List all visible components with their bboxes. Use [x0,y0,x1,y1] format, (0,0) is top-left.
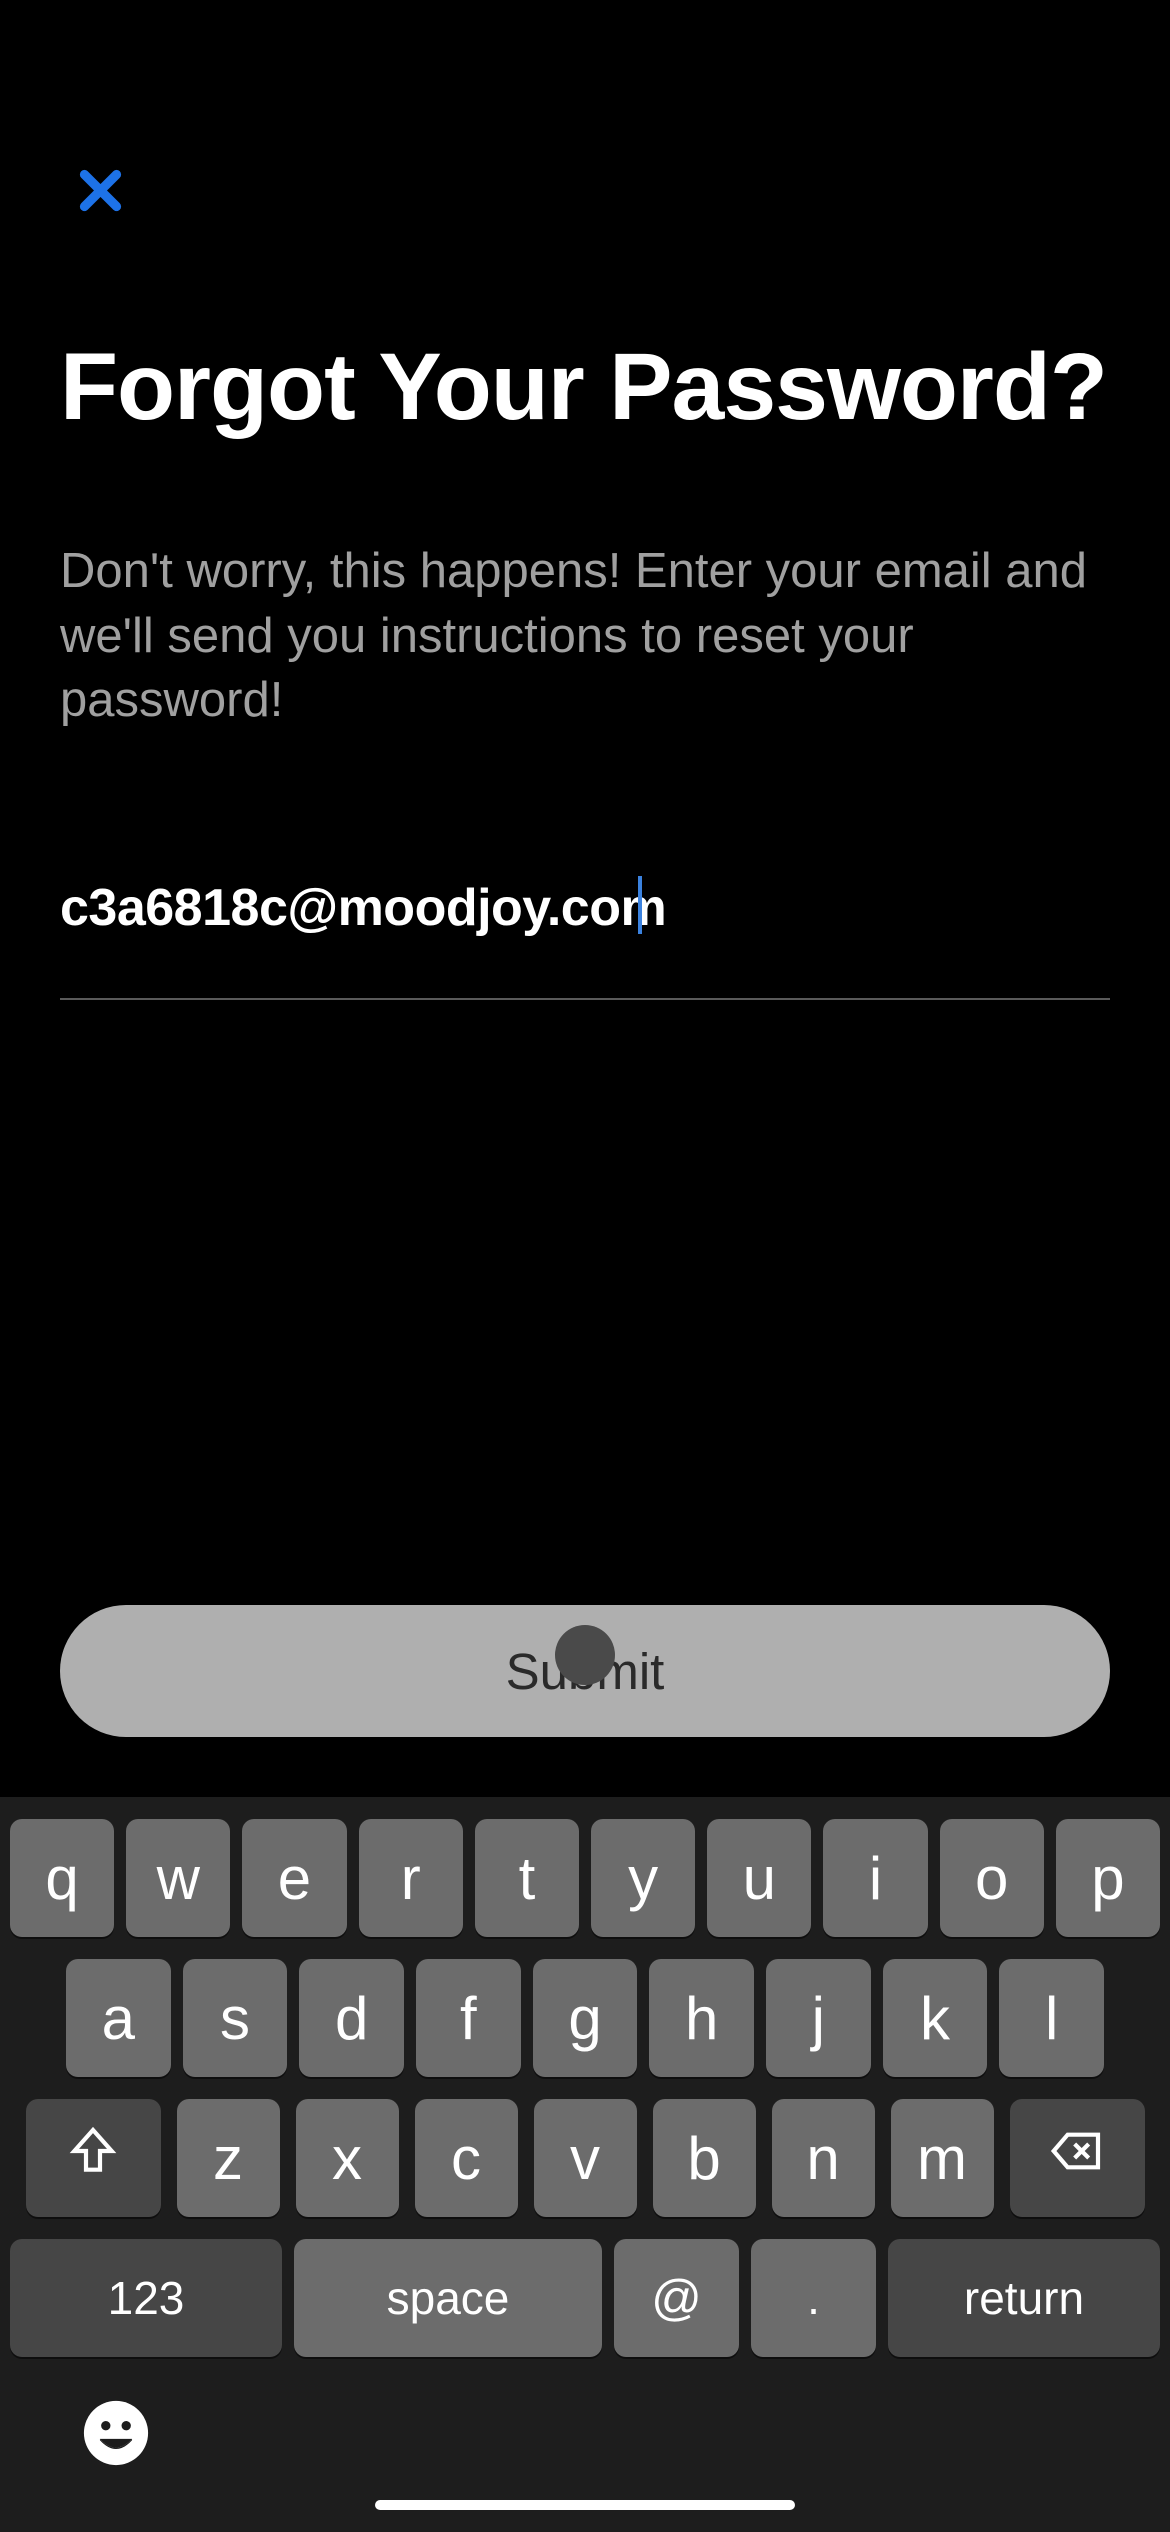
key-s[interactable]: s [183,1959,288,2077]
home-indicator[interactable] [375,2500,795,2510]
key-v[interactable]: v [534,2099,637,2217]
keyboard-row-2: a s d f g h j k l [0,1959,1170,2077]
keyboard-row-3: z x c v b n m [0,2099,1170,2217]
text-cursor [638,876,642,934]
emoji-button[interactable] [80,2397,152,2469]
content-area: Forgot Your Password? Don't worry, this … [0,0,1170,1797]
key-numbers[interactable]: 123 [10,2239,282,2357]
key-b[interactable]: b [653,2099,756,2217]
key-shift[interactable] [26,2099,161,2217]
submit-button[interactable]: Submit [60,1605,1110,1737]
close-icon [73,163,128,218]
key-g[interactable]: g [533,1959,638,2077]
key-c[interactable]: c [415,2099,518,2217]
key-y[interactable]: y [591,1819,695,1937]
page-title: Forgot Your Password? [60,330,1110,444]
key-t[interactable]: t [475,1819,579,1937]
key-j[interactable]: j [766,1959,871,2077]
key-k[interactable]: k [883,1959,988,2077]
key-space[interactable]: space [294,2239,602,2357]
key-m[interactable]: m [891,2099,994,2217]
key-q[interactable]: q [10,1819,114,1937]
key-p[interactable]: p [1056,1819,1160,1937]
page-subtitle: Don't worry, this happens! Enter your em… [60,539,1110,733]
key-backspace[interactable] [1010,2099,1145,2217]
key-at[interactable]: @ [614,2239,739,2357]
key-l[interactable]: l [999,1959,1104,2077]
key-u[interactable]: u [707,1819,811,1937]
close-button[interactable] [70,160,130,220]
key-i[interactable]: i [823,1819,927,1937]
backspace-icon [1049,2123,1105,2193]
key-e[interactable]: e [242,1819,346,1937]
touch-indicator [555,1625,615,1685]
key-w[interactable]: w [126,1819,230,1937]
keyboard-row-4: 123 space @ . return [0,2239,1170,2357]
screen: Forgot Your Password? Don't worry, this … [0,0,1170,2532]
keyboard-row-1: q w e r t y u i o p [0,1819,1170,1937]
keyboard: q w e r t y u i o p a s d f g h j k l [0,1797,1170,2532]
key-h[interactable]: h [649,1959,754,2077]
key-dot[interactable]: . [751,2239,876,2357]
key-return[interactable]: return [888,2239,1160,2357]
shift-icon [65,2123,121,2193]
key-d[interactable]: d [299,1959,404,2077]
email-field-wrapper [60,878,1110,1000]
key-f[interactable]: f [416,1959,521,2077]
key-o[interactable]: o [940,1819,1044,1937]
key-x[interactable]: x [296,2099,399,2217]
key-n[interactable]: n [772,2099,875,2217]
emoji-icon [81,2398,151,2468]
key-a[interactable]: a [66,1959,171,2077]
spacer [60,1000,1110,1605]
email-input[interactable] [60,878,1110,938]
key-z[interactable]: z [177,2099,280,2217]
key-r[interactable]: r [359,1819,463,1937]
